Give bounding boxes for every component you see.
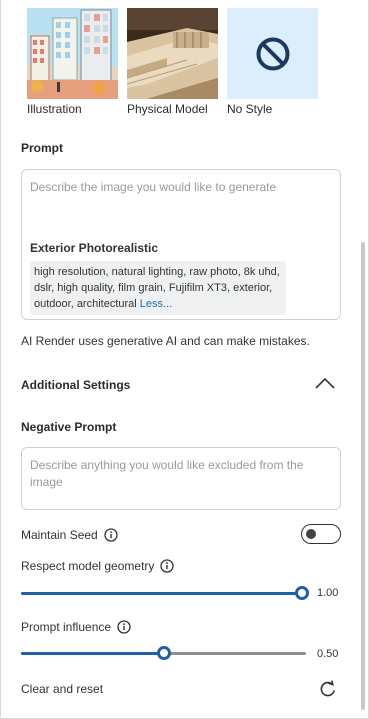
prompt-input[interactable]: Describe the image you would like to gen…: [21, 169, 341, 320]
physical-model-thumbnail: [127, 8, 218, 99]
maintain-seed-toggle[interactable]: [301, 524, 341, 544]
additional-settings-title[interactable]: Additional Settings: [21, 378, 130, 392]
style-picker: Illustration Physical Model No Style: [27, 8, 318, 116]
clear-reset-button[interactable]: Clear and reset: [21, 682, 103, 696]
toggle-knob: [306, 529, 316, 539]
respect-geometry-value: 1.00: [317, 587, 339, 599]
preset-title: Exterior Photorealistic: [30, 241, 159, 255]
slider-fill: [21, 652, 164, 655]
style-physical-model[interactable]: Physical Model: [127, 8, 218, 116]
reset-icon[interactable]: [319, 680, 337, 698]
info-icon[interactable]: [104, 528, 118, 542]
style-no-style[interactable]: No Style: [227, 8, 318, 116]
ai-render-panel: Illustration Physical Model No Style Pro…: [0, 0, 369, 719]
illustration-thumbnail: [27, 8, 118, 99]
style-label-physical-model: Physical Model: [127, 102, 208, 116]
maintain-seed-row: Maintain Seed: [21, 528, 118, 542]
slider-handle[interactable]: [157, 646, 171, 660]
info-icon[interactable]: [117, 620, 131, 634]
respect-geometry-row: Respect model geometry: [21, 559, 175, 573]
less-link[interactable]: Less...: [140, 298, 172, 310]
respect-geometry-label: Respect model geometry: [21, 559, 155, 573]
negative-prompt-input[interactable]: Describe anything you would like exclude…: [21, 447, 341, 510]
ai-disclaimer: AI Render uses generative AI and can mak…: [21, 334, 310, 348]
respect-geometry-slider[interactable]: [21, 585, 309, 601]
prompt-influence-value: 0.50: [317, 648, 339, 660]
slider-fill: [21, 592, 306, 595]
negative-prompt-title: Negative Prompt: [21, 420, 117, 434]
prompt-influence-label: Prompt influence: [21, 620, 112, 634]
negative-prompt-placeholder: Describe anything you would like exclude…: [30, 458, 304, 489]
style-label-no-style: No Style: [227, 102, 273, 116]
prompt-placeholder: Describe the image you would like to gen…: [30, 180, 277, 194]
chevron-up-icon[interactable]: [314, 376, 336, 390]
style-illustration[interactable]: Illustration: [27, 8, 118, 116]
style-label-illustration: Illustration: [27, 102, 82, 116]
no-style-thumbnail: [227, 8, 318, 99]
prompt-influence-slider[interactable]: [21, 645, 306, 661]
prohibited-icon: [256, 37, 289, 70]
prompt-title: Prompt: [21, 141, 63, 155]
preset-tags: high resolution, natural lighting, raw p…: [30, 261, 286, 315]
slider-handle[interactable]: [295, 586, 309, 600]
scrollbar-thumb[interactable]: [361, 242, 365, 710]
prompt-influence-row: Prompt influence: [21, 620, 131, 634]
info-icon[interactable]: [160, 559, 175, 573]
maintain-seed-label: Maintain Seed: [21, 528, 98, 542]
